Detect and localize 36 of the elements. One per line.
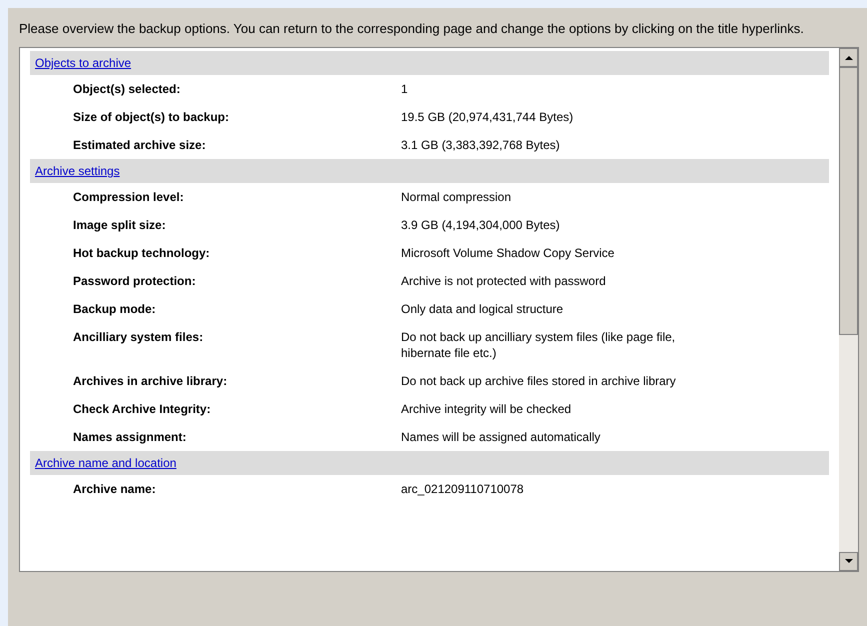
option-value: Do not back up ancilliary system files (like page file, hibernate file etc.): [401, 329, 676, 361]
option-value: 1: [401, 81, 409, 97]
option-value: Microsoft Volume Shadow Copy Service: [401, 245, 616, 261]
option-label: Names assignment:: [72, 429, 188, 445]
scroll-thumb[interactable]: [839, 67, 858, 335]
option-value: Only data and logical structure: [401, 301, 564, 317]
option-label: Object(s) selected:: [72, 81, 182, 97]
option-value: Do not back up archive files stored in archive library: [401, 373, 677, 389]
option-label: Backup mode:: [72, 301, 157, 317]
option-value: Names will be assigned automatically: [401, 429, 602, 445]
scroll-up-button[interactable]: [839, 48, 858, 67]
option-label: Hot backup technology:: [72, 245, 211, 261]
option-label: Password protection:: [72, 273, 197, 289]
option-label: Archive name:: [72, 481, 157, 497]
option-label: Estimated archive size:: [72, 137, 207, 153]
option-label: Size of object(s) to backup:: [72, 109, 230, 125]
option-value: arc_021209110710078: [401, 481, 525, 497]
option-label: Check Archive Integrity:: [72, 401, 212, 417]
option-value: 3.9 GB (4,194,304,000 Bytes): [401, 217, 561, 233]
option-value: Normal compression: [401, 189, 512, 205]
option-value: Archive integrity will be checked: [401, 401, 572, 417]
option-label: Compression level:: [72, 189, 185, 205]
up-arrow-icon: [844, 55, 852, 60]
option-value: Archive is not protected with password: [401, 273, 607, 289]
option-value: 19.5 GB (20,974,431,744 Bytes): [401, 109, 574, 125]
down-arrow-icon: [844, 559, 852, 564]
scroll-down-button[interactable]: [839, 552, 858, 571]
section-link[interactable]: Archive settings: [35, 162, 120, 180]
option-value: 3.1 GB (3,383,392,768 Bytes): [401, 137, 561, 153]
intro-text: Please overview the backup options. You can return to the corresponding page and change the options by clicking on the title hyperlinks.: [19, 20, 805, 37]
section-link[interactable]: Objects to archive: [35, 54, 132, 72]
section-link[interactable]: Archive name and location: [35, 454, 176, 472]
option-label: Archives in archive library:: [72, 373, 228, 389]
option-label: Image split size:: [72, 217, 167, 233]
vertical-scrollbar[interactable]: [839, 48, 858, 571]
option-label: Ancilliary system files:: [72, 329, 204, 346]
